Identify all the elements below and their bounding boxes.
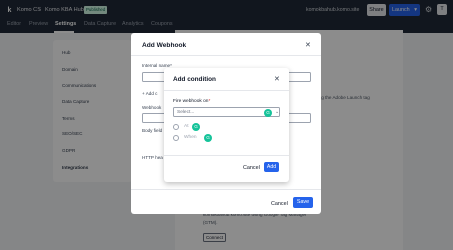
http-headers-label: HTTP hea: [142, 155, 163, 160]
webhook-label: Webhook: [142, 105, 162, 110]
fire-webhook-on-select[interactable]: Select... G ⌄: [173, 107, 280, 117]
select-placeholder: Select...: [177, 110, 195, 115]
webhook-cancel-button[interactable]: Cancel: [271, 201, 288, 207]
add-condition-title: Add condition: [173, 76, 216, 83]
condition-cancel-button[interactable]: Cancel: [243, 165, 260, 171]
grammarly-icon[interactable]: G: [264, 109, 272, 117]
radio-label-at: At: [184, 124, 189, 129]
body-fields-label: Body field: [142, 128, 163, 133]
divider: [164, 155, 289, 156]
close-icon[interactable]: ✕: [274, 75, 280, 83]
grammarly-icon[interactable]: G: [204, 134, 212, 142]
divider: [164, 90, 289, 91]
fire-webhook-on-label: Fire webhook on*: [173, 99, 211, 104]
radio-when[interactable]: [173, 135, 179, 141]
divider: [131, 55, 321, 56]
radio-at[interactable]: [173, 124, 179, 130]
add-webhook-title: Add Webhook: [142, 42, 187, 49]
grammarly-icon[interactable]: G: [192, 123, 200, 131]
divider: [131, 189, 321, 190]
chevron-down-icon: ⌄: [275, 109, 280, 115]
add-condition-modal: Add condition ✕ Fire webhook on* Select.…: [164, 68, 289, 182]
webhook-save-button[interactable]: Save: [293, 197, 313, 208]
condition-add-button[interactable]: Add: [264, 162, 279, 172]
close-icon[interactable]: ✕: [305, 41, 311, 49]
radio-label-when: When: [184, 135, 197, 140]
add-condition-link[interactable]: + Add c: [142, 91, 157, 96]
